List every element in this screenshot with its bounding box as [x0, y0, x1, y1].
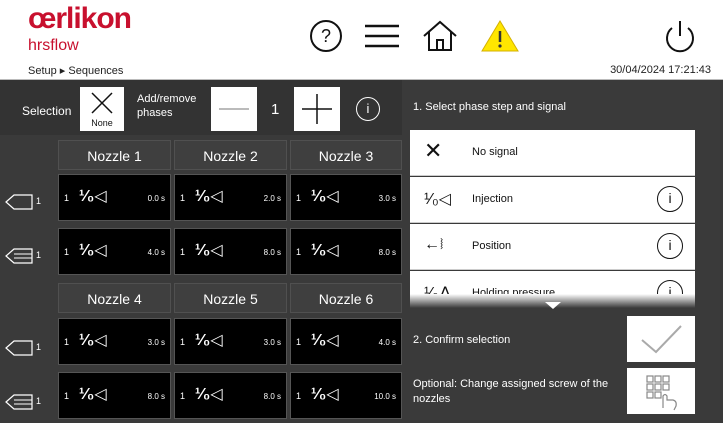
svg-text:?: ? — [321, 26, 331, 46]
sequence-cell[interactable]: 1 ¹⁄₀◁ 3.0 s — [174, 318, 287, 365]
phase-number: 1 — [64, 337, 70, 347]
nozzle-header: Nozzle 1 — [58, 140, 171, 170]
home-icon[interactable] — [420, 18, 460, 59]
phase-time: 10.0 s — [374, 392, 396, 401]
nozzle-header: Nozzle 4 — [58, 283, 171, 313]
option-injection[interactable]: ¹⁄₀◁ Injection i — [410, 177, 695, 223]
scroll-down-icon[interactable] — [545, 302, 561, 309]
injection-icon: ¹⁄₀◁ — [311, 386, 339, 403]
injection-icon: ¹⁄₀◁ — [195, 242, 223, 259]
phase-time: 4.0 s — [147, 248, 165, 257]
phase-time: 8.0 s — [147, 392, 165, 401]
phase-number: 1 — [296, 193, 302, 203]
sequence-cell[interactable]: 1 ¹⁄₀◁ 3.0 s — [58, 318, 171, 365]
remove-phase-button[interactable] — [211, 87, 257, 131]
phase-time: 4.0 s — [378, 338, 396, 347]
nozzle-header: Nozzle 5 — [174, 283, 287, 313]
confirm-button[interactable] — [627, 316, 695, 362]
sequence-cell[interactable]: 1 ¹⁄₀◁ 8.0 s — [174, 372, 287, 419]
info-icon[interactable]: i — [657, 233, 683, 259]
injection-icon: ¹⁄₀◁ — [424, 191, 451, 208]
injection-icon: ¹⁄₀◁ — [195, 386, 223, 403]
phase-time: 8.0 s — [263, 392, 281, 401]
datetime: 30/04/2024 17:21:43 — [610, 64, 711, 76]
phase-number: 1 — [64, 193, 70, 203]
phase-time: 2.0 s — [263, 194, 281, 203]
phase-number: 1 — [180, 337, 186, 347]
selection-label: Selection — [22, 104, 72, 118]
phase-number: 1 — [296, 247, 302, 257]
breadcrumb: Setup ▸ Sequences — [28, 65, 124, 77]
oerlikon-logo: œrlikon — [28, 2, 132, 35]
injection-icon: ¹⁄₀◁ — [311, 332, 339, 349]
injection-icon: ¹⁄₀◁ — [79, 242, 107, 259]
select-none-button[interactable]: None — [80, 87, 124, 131]
phase-number: 1 — [180, 391, 186, 401]
option-no-signal[interactable]: ✕ No signal — [410, 130, 695, 176]
injection-icon: ¹⁄₀◁ — [195, 332, 223, 349]
change-screw-button[interactable] — [627, 368, 695, 414]
phase-time: 3.0 s — [263, 338, 281, 347]
phase-time: 8.0 s — [263, 248, 281, 257]
none-label: None — [91, 118, 113, 128]
phase-number: 1 — [180, 193, 186, 203]
sequence-cell[interactable]: 1 ¹⁄₀◁ 8.0 s — [58, 372, 171, 419]
phase-number: 1 — [180, 247, 186, 257]
option-position[interactable]: ←⧘ Position i — [410, 224, 695, 270]
injection-icon: ¹⁄₀◁ — [311, 242, 339, 259]
phase-number: 1 — [64, 247, 70, 257]
add-remove-label: Add/remove phases — [137, 93, 197, 119]
no-signal-icon: ✕ — [424, 138, 443, 163]
step1-title: 1. Select phase step and signal — [413, 101, 566, 113]
help-icon[interactable]: ? — [308, 18, 344, 59]
screw-row-icon: 1 — [4, 192, 44, 212]
screw-row-icon: 1 — [4, 338, 44, 358]
hrsflow-logo: hrsflow — [28, 37, 79, 54]
phase-number: 1 — [296, 391, 302, 401]
injection-icon: ¹⁄₀◁ — [79, 188, 107, 205]
option-label: Position — [472, 240, 512, 252]
menu-icon[interactable] — [362, 18, 402, 59]
sequence-toolbar: Selection None Add/remove phases 1 i — [0, 80, 402, 135]
injection-icon: ¹⁄₀◁ — [79, 332, 107, 349]
screw-row-icon: 1 — [4, 246, 44, 266]
screw-row-icon: 1 — [4, 392, 44, 412]
phase-time: 3.0 s — [147, 338, 165, 347]
sequence-cell[interactable]: 1 ¹⁄₀◁ 3.0 s — [290, 174, 402, 221]
power-icon[interactable] — [660, 18, 700, 59]
info-icon[interactable]: i — [356, 97, 380, 121]
sequence-cell[interactable]: 1 ¹⁄₀◁ 0.0 s — [58, 174, 171, 221]
sequence-cell[interactable]: 1 ¹⁄₀◁ 10.0 s — [290, 372, 402, 419]
option-label: Injection — [472, 193, 513, 205]
phase-number: 1 — [64, 391, 70, 401]
info-icon[interactable]: i — [657, 186, 683, 212]
injection-icon: ¹⁄₀◁ — [311, 188, 339, 205]
injection-icon: ¹⁄₀◁ — [195, 188, 223, 205]
phase-time: 0.0 s — [147, 194, 165, 203]
phase-count: 1 — [271, 101, 280, 118]
sequence-cell[interactable]: 1 ¹⁄₀◁ 4.0 s — [290, 318, 402, 365]
phase-number: 1 — [296, 337, 302, 347]
phase-time: 3.0 s — [378, 194, 396, 203]
nozzle-header: Nozzle 2 — [174, 140, 287, 170]
injection-icon: ¹⁄₀◁ — [79, 386, 107, 403]
phase-time: 8.0 s — [378, 248, 396, 257]
optional-label: Optional: Change assigned screw of the n… — [413, 378, 609, 405]
confirm-label: 2. Confirm selection — [413, 334, 511, 346]
sequence-cell[interactable]: 1 ¹⁄₀◁ 2.0 s — [174, 174, 287, 221]
nozzle-header: Nozzle 3 — [290, 140, 402, 170]
sequence-cell[interactable]: 1 ¹⁄₀◁ 8.0 s — [290, 228, 402, 275]
sequence-cell[interactable]: 1 ¹⁄₀◁ 4.0 s — [58, 228, 171, 275]
sequence-cell[interactable]: 1 ¹⁄₀◁ 8.0 s — [174, 228, 287, 275]
option-label: No signal — [472, 146, 518, 158]
position-icon: ←⧘ — [424, 236, 444, 253]
nozzle-header: Nozzle 6 — [290, 283, 402, 313]
header: œrlikon hrsflow Setup ▸ Sequences ? 30/0… — [0, 0, 723, 80]
warning-icon[interactable] — [480, 18, 520, 59]
add-phase-button[interactable] — [294, 87, 340, 131]
